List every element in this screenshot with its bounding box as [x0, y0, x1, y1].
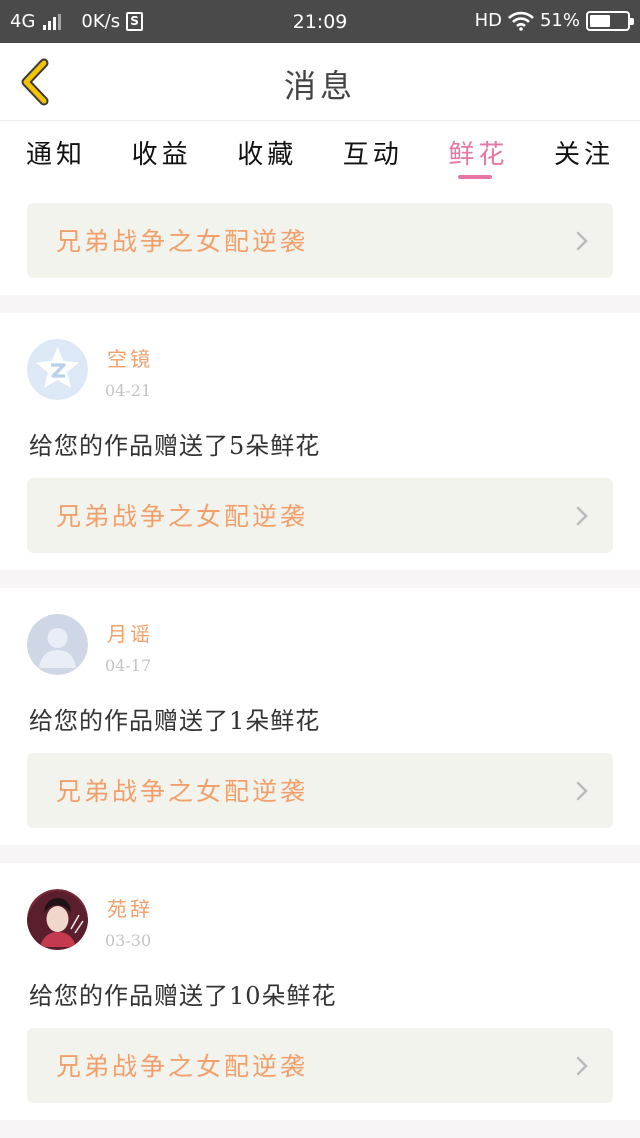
tab-earnings[interactable]: 收益 — [132, 122, 192, 188]
user-name[interactable]: 月谣 — [107, 618, 153, 647]
work-card[interactable]: 兄弟战争之女配逆袭 — [27, 753, 613, 828]
hd-indicator: HD — [474, 10, 502, 31]
section-divider — [0, 295, 640, 313]
battery-icon — [586, 10, 634, 31]
header: 消息 — [0, 43, 640, 121]
status-bar: 4G 0K/s S 21:09 HD 51% — [0, 0, 640, 43]
chevron-right-icon — [576, 1056, 588, 1076]
chevron-right-icon — [576, 781, 588, 801]
user-name[interactable]: 苑辞 — [107, 893, 153, 922]
message-date: 04-17 — [105, 656, 152, 675]
work-title: 兄弟战争之女配逆袭 — [56, 502, 309, 531]
chevron-right-icon — [576, 231, 588, 251]
battery-percent: 51% — [539, 10, 580, 31]
tab-flowers[interactable]: 鲜花 — [448, 122, 508, 188]
work-title: 兄弟战争之女配逆袭 — [56, 777, 309, 806]
tab-bar: 通知 收益 收藏 互动 鲜花 关注 — [0, 122, 640, 188]
chevron-right-icon — [576, 506, 588, 526]
tab-interaction[interactable]: 互动 — [343, 122, 403, 188]
tab-notice[interactable]: 通知 — [26, 122, 86, 188]
work-card[interactable]: 兄弟战争之女配逆袭 — [27, 1028, 613, 1103]
work-title: 兄弟战争之女配逆袭 — [56, 1052, 309, 1081]
work-card[interactable]: 兄弟战争之女配逆袭 — [27, 478, 613, 553]
section-divider — [0, 845, 640, 863]
message-text: 给您的作品赠送了1朵鲜花 — [29, 707, 321, 735]
message-date: 04-21 — [105, 381, 152, 400]
avatar[interactable] — [27, 889, 88, 950]
avatar[interactable] — [27, 339, 88, 400]
tab-favorites[interactable]: 收藏 — [237, 122, 297, 188]
message-date: 03-30 — [105, 931, 152, 950]
message-text: 给您的作品赠送了5朵鲜花 — [29, 432, 321, 460]
tab-follow[interactable]: 关注 — [554, 122, 614, 188]
default-person-avatar-icon — [27, 614, 88, 675]
section-divider — [0, 1120, 640, 1138]
wifi-icon — [508, 11, 534, 31]
avatar[interactable] — [27, 614, 88, 675]
status-right: HD 51% — [474, 10, 634, 31]
user-name[interactable]: 空镜 — [107, 343, 153, 372]
page-title: 消息 — [283, 67, 356, 105]
qq-default-avatar-icon — [27, 339, 88, 400]
work-title: 兄弟战争之女配逆袭 — [56, 227, 309, 256]
work-card[interactable]: 兄弟战争之女配逆袭 — [27, 203, 613, 278]
section-divider — [0, 570, 640, 588]
photo-avatar-icon — [27, 889, 88, 950]
message-text: 给您的作品赠送了10朵鲜花 — [29, 982, 337, 1010]
